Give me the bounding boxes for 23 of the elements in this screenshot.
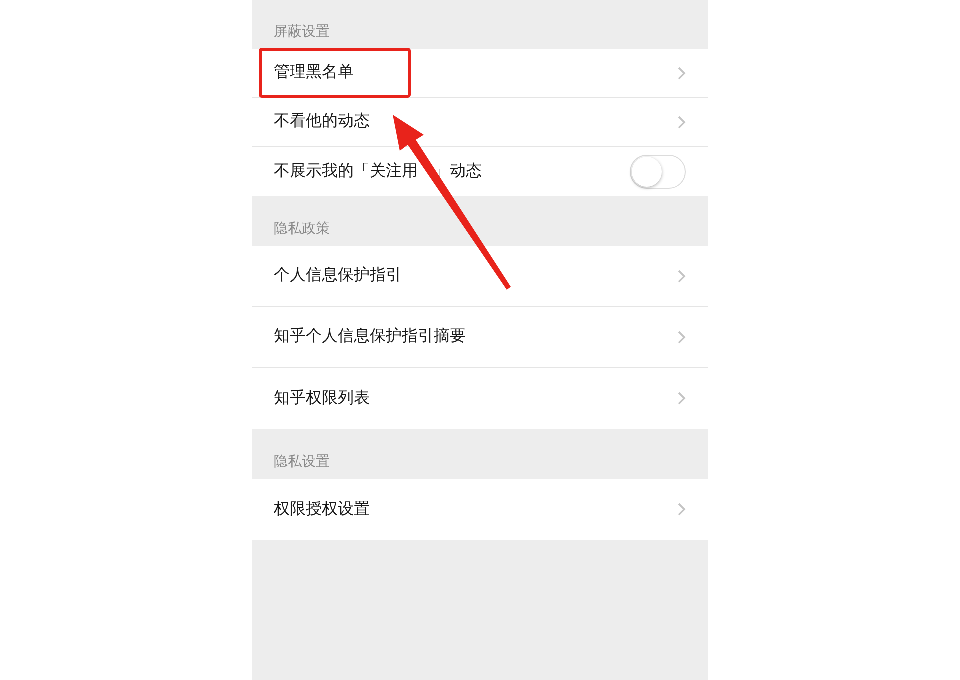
settings-row[interactable]: 知乎权限列表 xyxy=(252,368,708,429)
settings-row[interactable]: 权限授权设置 xyxy=(252,479,708,540)
chevron-right-icon xyxy=(678,116,686,128)
setting-label[interactable]: 不看他的动态 xyxy=(274,110,678,134)
settings-row[interactable]: 个人信息保护指引 xyxy=(252,246,708,307)
setting-label[interactable]: 个人信息保护指引 xyxy=(274,264,678,288)
chevron-right-icon xyxy=(678,270,686,282)
settings-row[interactable]: 不看他的动态 xyxy=(252,98,708,147)
chevron-right-icon xyxy=(678,392,686,405)
settings-row[interactable]: 知乎个人信息保护指引摘要 xyxy=(252,307,708,368)
setting-label[interactable]: 知乎权限列表 xyxy=(274,386,678,410)
chevron-right-icon xyxy=(678,503,686,516)
setting-label[interactable]: 不展示我的「关注用 xyxy=(274,160,418,184)
chevron-right-icon xyxy=(678,330,686,344)
settings-row[interactable]: 管理黑名单 xyxy=(252,49,708,98)
section-header: 屏蔽设置 xyxy=(274,22,330,41)
setting-label[interactable]: 管理黑名单 xyxy=(274,61,678,85)
setting-label[interactable]: 权限授权设置 xyxy=(274,498,678,522)
section-header: 隐私政策 xyxy=(274,219,330,238)
setting-label[interactable]: 知乎个人信息保护指引摘要 xyxy=(274,325,678,349)
toggle-switch[interactable] xyxy=(630,154,686,188)
section-header: 隐私设置 xyxy=(274,452,330,471)
chevron-right-icon xyxy=(678,66,686,80)
